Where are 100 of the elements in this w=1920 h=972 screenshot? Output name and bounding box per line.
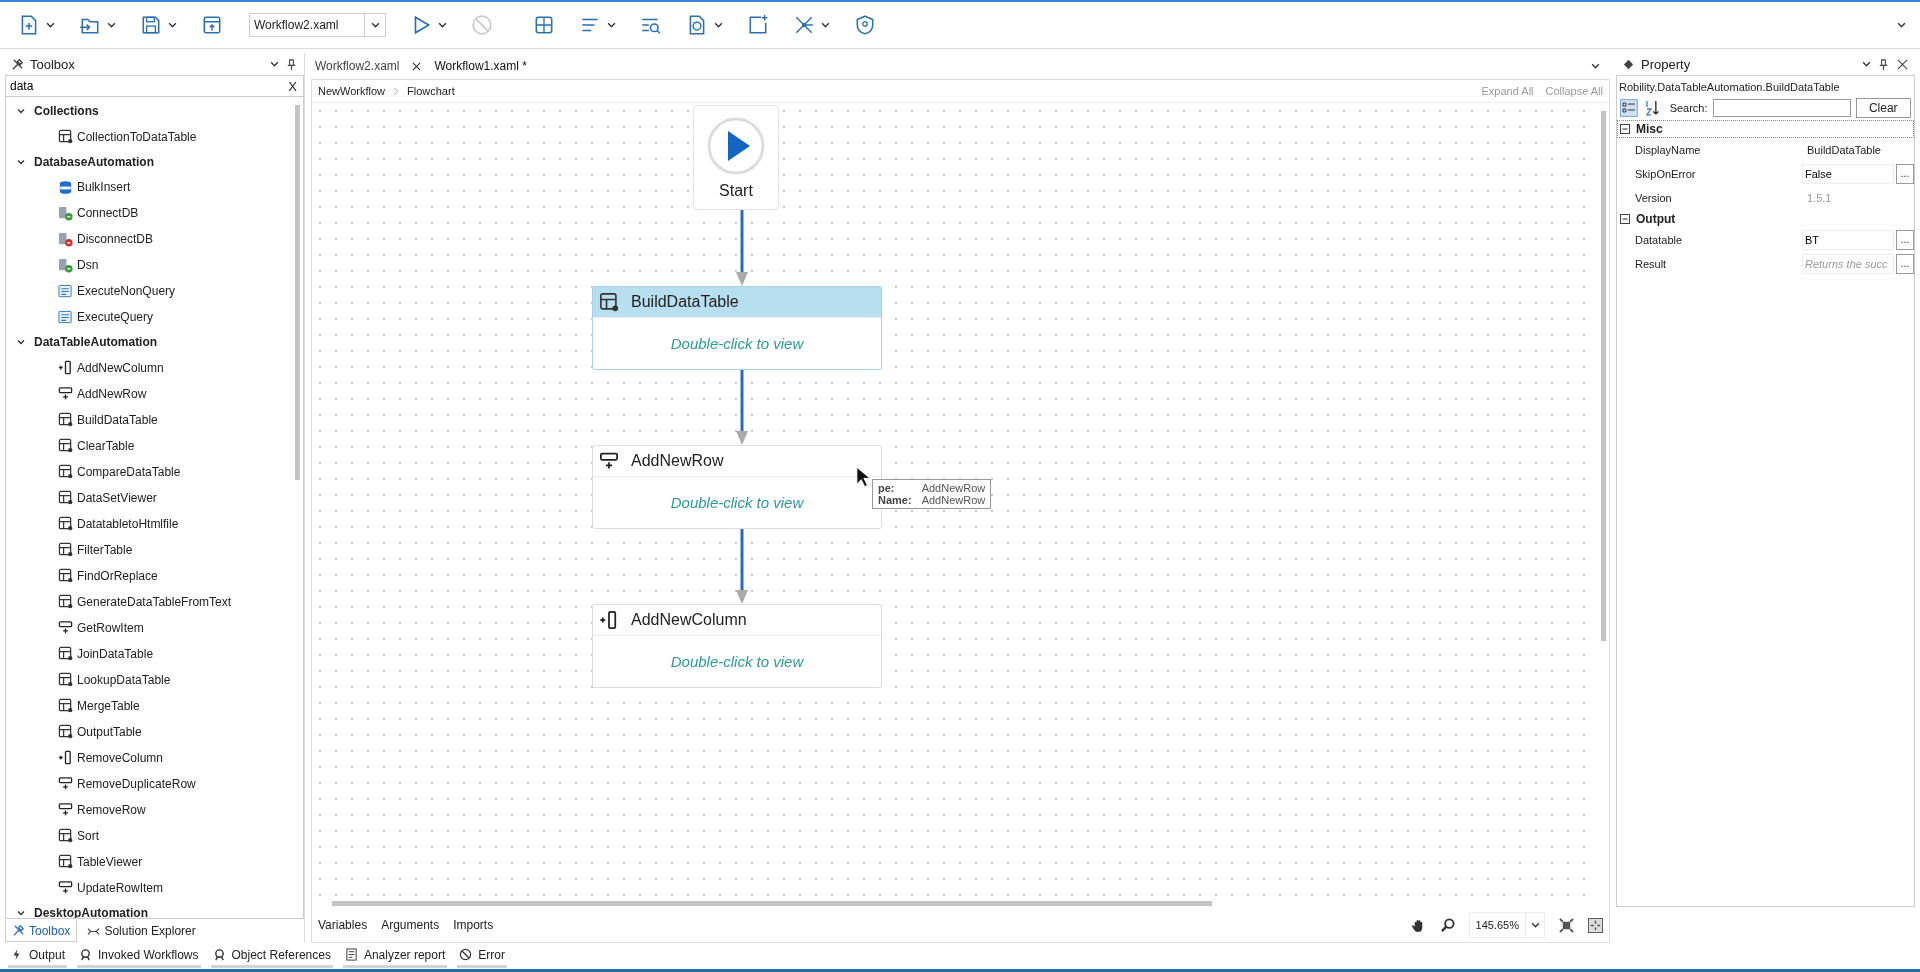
toolbox-item[interactable]: CompareDataTable xyxy=(77,464,181,479)
designer-tab[interactable]: Variables xyxy=(318,918,368,932)
database-icon xyxy=(58,205,73,221)
clear-button[interactable]: Clear xyxy=(1855,98,1911,118)
row-icon xyxy=(58,620,73,635)
sparkle-window-icon[interactable] xyxy=(747,14,770,36)
toolbox-item[interactable]: UpdateRowItem xyxy=(77,880,164,895)
table-icon xyxy=(58,129,73,144)
property-search-field[interactable] xyxy=(1712,99,1851,117)
toolbox-item[interactable]: DatatabletoHtmlfile xyxy=(77,516,179,531)
ellipsis-button[interactable]: ... xyxy=(1896,230,1914,250)
row-icon xyxy=(58,776,73,791)
category-item[interactable]: DataTableAutomation xyxy=(6,330,295,355)
caret-icon[interactable] xyxy=(168,22,177,28)
start-node[interactable]: Start xyxy=(693,105,779,210)
caret-icon[interactable] xyxy=(821,22,831,28)
property-field[interactable]: Returns the succ xyxy=(1802,254,1894,274)
table-icon xyxy=(58,698,73,713)
toolbox-item[interactable]: DisconnectDB xyxy=(77,232,154,246)
caret-icon[interactable] xyxy=(370,22,380,28)
caret-icon[interactable] xyxy=(1591,63,1600,69)
toolbox-item[interactable]: ClearTable xyxy=(77,438,135,453)
pin-icon[interactable] xyxy=(285,57,298,71)
designer-tab[interactable]: Imports xyxy=(453,918,494,932)
activity-node[interactable]: BuildDataTable Double-click to view xyxy=(592,286,882,370)
collapse-icon[interactable] xyxy=(1620,124,1630,134)
pin-icon[interactable] xyxy=(1877,57,1890,71)
ellipsis-button[interactable]: ... xyxy=(1896,254,1914,274)
panel-tab[interactable]: Toolbox xyxy=(5,920,78,942)
scrollbar-thumb[interactable] xyxy=(295,105,300,480)
panel-tab[interactable]: Solution Explorer xyxy=(81,920,202,942)
toolbox-item[interactable]: RemoveRow xyxy=(77,802,146,817)
column-icon xyxy=(599,610,619,630)
toolbox-item[interactable]: FilterTable xyxy=(77,542,133,557)
caret-icon[interactable] xyxy=(438,22,448,28)
caret-icon[interactable] xyxy=(107,22,116,28)
table-icon xyxy=(58,646,73,661)
error-icon xyxy=(459,948,473,961)
row-icon xyxy=(58,386,73,401)
toolbox-item[interactable]: RemoveDuplicateRow xyxy=(77,776,196,791)
toolbox-item[interactable]: TableViewer xyxy=(77,854,143,869)
caret-icon[interactable] xyxy=(1897,22,1906,28)
property-field[interactable]: False xyxy=(1802,164,1894,184)
activity-node[interactable]: AddNewColumn Double-click to view xyxy=(592,604,882,688)
document-tab[interactable]: Workflow1.xaml * xyxy=(434,59,527,73)
toolbox-item[interactable]: OutputTable xyxy=(77,724,142,739)
toolbox-item[interactable]: FindOrReplace xyxy=(77,568,158,583)
breadcrumb-link[interactable]: NewWorkflow xyxy=(318,85,386,97)
table-icon xyxy=(58,594,73,609)
toolbox-item[interactable]: GetRowItem xyxy=(77,620,144,635)
toolbox-item[interactable]: AddNewRow xyxy=(77,386,147,401)
window-upload-icon[interactable] xyxy=(201,14,223,36)
toolbox-item[interactable]: BulkInsert xyxy=(77,180,131,194)
workflow-select[interactable]: Workflow2.xaml xyxy=(249,13,387,37)
caret-icon[interactable] xyxy=(46,22,55,28)
category-item[interactable]: Collections xyxy=(6,99,295,124)
zoom-select[interactable]: 145.65% xyxy=(1468,912,1545,938)
toolbox-item[interactable]: CollectionToDataTable xyxy=(77,129,197,144)
close-icon[interactable] xyxy=(1896,57,1909,71)
zoom-icon[interactable] xyxy=(1439,917,1455,933)
row-icon xyxy=(599,451,619,471)
toolbox-item[interactable]: GenerateDataTableFromText xyxy=(77,594,232,609)
toolbox-item[interactable]: BuildDataTable xyxy=(77,412,158,427)
category-item[interactable]: DatabaseAutomation xyxy=(6,149,295,174)
activity-title: AddNewRow xyxy=(631,452,724,470)
toolbox-item[interactable]: AddNewColumn xyxy=(77,360,164,375)
close-icon[interactable] xyxy=(411,60,423,72)
toolbox-item[interactable]: DataSetViewer xyxy=(77,490,157,505)
caret-icon[interactable] xyxy=(270,61,279,67)
toolbox-item[interactable]: Dsn xyxy=(77,258,99,272)
toolbox-item[interactable]: MergeTable xyxy=(77,698,140,713)
overview-icon[interactable] xyxy=(1588,917,1603,933)
caret-icon[interactable] xyxy=(607,22,617,28)
column-icon xyxy=(58,360,73,375)
activity-title: AddNewColumn xyxy=(631,611,747,629)
toolbox-item[interactable]: ConnectDB xyxy=(77,206,139,220)
property-field[interactable]: BT xyxy=(1802,230,1894,250)
ellipsis-button[interactable]: ... xyxy=(1896,164,1914,184)
fit-screen-icon[interactable] xyxy=(1559,917,1574,933)
categorized-icon[interactable] xyxy=(1620,99,1638,117)
caret-icon[interactable] xyxy=(1530,922,1540,928)
query-icon xyxy=(58,283,73,299)
save-icon[interactable] xyxy=(140,14,162,36)
toolbox-item[interactable]: RemoveColumn xyxy=(77,750,164,765)
toolbox-item[interactable]: Sort xyxy=(77,828,99,843)
toolbox-item[interactable]: ExecuteNonQuery xyxy=(77,284,176,298)
caret-icon[interactable] xyxy=(714,22,724,28)
scrollbar-thumb[interactable] xyxy=(1601,111,1606,641)
table-icon xyxy=(58,672,73,687)
breadcrumb-link[interactable]: Flowchart xyxy=(407,85,455,97)
caret-icon[interactable] xyxy=(1862,61,1871,67)
workflow-icon xyxy=(79,948,93,961)
designer-tab[interactable]: Arguments xyxy=(381,918,440,932)
property-name: Result xyxy=(1635,258,1668,270)
toolbox-item[interactable]: LookupDataTable xyxy=(77,672,171,687)
toolbox-item[interactable]: ExecuteQuery xyxy=(77,310,154,324)
document-tab[interactable]: Workflow2.xaml xyxy=(315,59,400,73)
scrollbar-thumb[interactable] xyxy=(332,901,1212,906)
collapse-icon[interactable] xyxy=(1620,214,1630,224)
toolbox-item[interactable]: JoinDataTable xyxy=(77,646,154,661)
